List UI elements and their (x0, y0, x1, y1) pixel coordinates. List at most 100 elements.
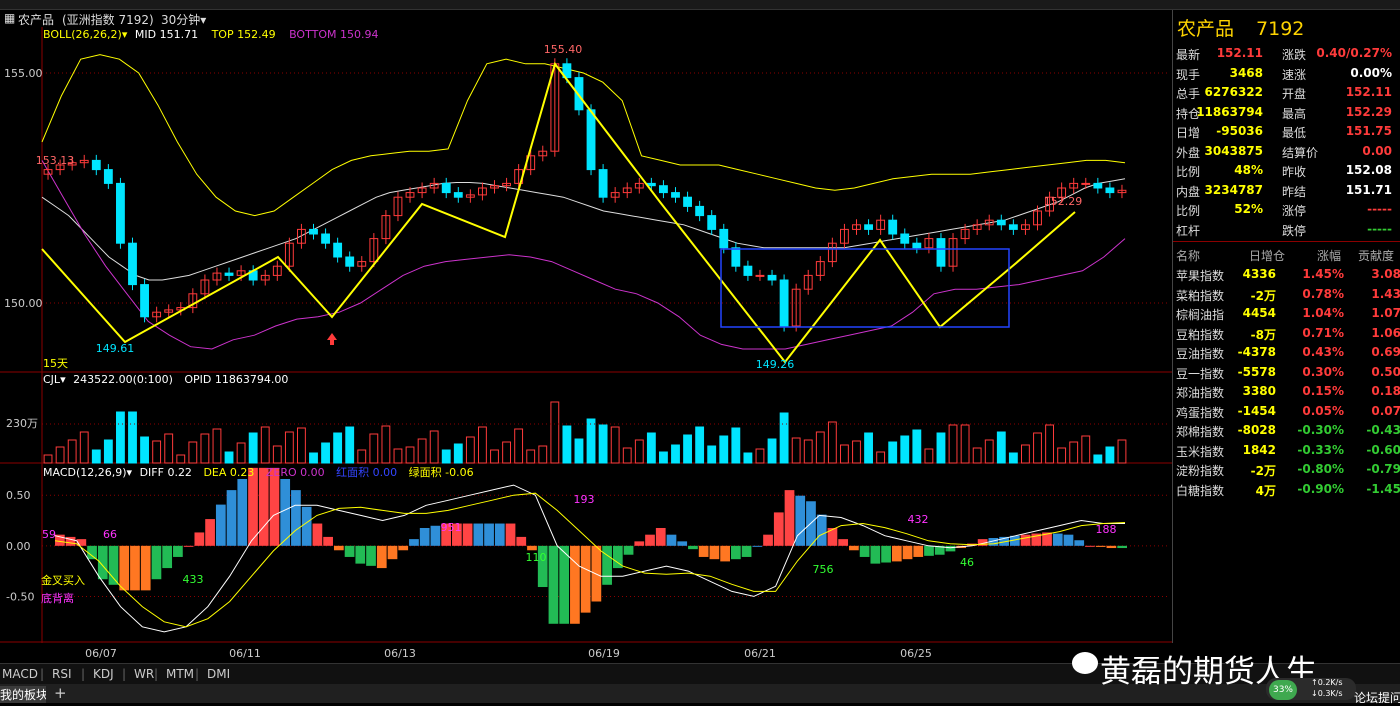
volume-legend[interactable]: CJL▾ 243522.00(0:100) OPID 11863794.00 (43, 373, 288, 386)
table-row[interactable]: 菜粕指数 -2万 0.78% 1.43 (1173, 285, 1400, 305)
header-name[interactable]: 名称 (1176, 247, 1200, 264)
index-name: 苹果指数 (1176, 269, 1225, 283)
quote-code: 7192 (1256, 18, 1305, 40)
quote-value: 3468 (1229, 65, 1263, 80)
quote-value: 152.29 (1345, 104, 1392, 119)
table-row[interactable]: 郑油指数 3380 0.15% 0.18 (1173, 382, 1400, 402)
quote-value: 152.11 (1216, 46, 1263, 60)
candle-body (309, 228, 318, 235)
index-name: 郑油指数 (1176, 386, 1225, 400)
period-selector[interactable]: 30分钟▾ (161, 11, 206, 28)
macd-histogram-bar (173, 545, 183, 557)
indicator-tab-kdj[interactable]: KDJ (93, 667, 114, 681)
signal-golden-cross: 金叉买入 (41, 574, 85, 587)
volume-bar (695, 426, 705, 464)
header-con[interactable]: 贡献度 (1358, 247, 1394, 264)
table-row[interactable]: 苹果指数 4336 1.45% 3.08 (1173, 265, 1400, 285)
header-chg[interactable]: 涨幅 (1317, 247, 1341, 264)
volume-bar (924, 448, 934, 464)
volume-bar (321, 442, 330, 464)
volume-bar (333, 432, 343, 464)
table-row[interactable]: 鸡蛋指数 -1454 0.05% 0.07 (1173, 402, 1400, 422)
quote-value: 0.40/0.27% (1316, 46, 1392, 60)
boll-top: TOP 152.49 (211, 28, 276, 41)
my-sector-tab[interactable]: 我的板块 (0, 686, 46, 703)
table-row[interactable]: 棕榈油指 4454 1.04% 1.07 (1173, 304, 1400, 324)
volume-bar (103, 439, 113, 464)
add-tab-icon[interactable]: + (54, 684, 67, 702)
volume-bar (1008, 452, 1018, 464)
up-arrow-icon (327, 333, 337, 345)
indicator-tab-mtm[interactable]: MTM (166, 667, 194, 681)
macd-area-label: 756 (813, 563, 834, 576)
candle-body (659, 185, 668, 194)
boll-legend[interactable]: BOLL(26,26,2)▾ MID 151.71 TOP 152.49 BOT… (43, 28, 378, 41)
chart-area[interactable]: 155.00 150.00 155.40 149.61 149.26 153.13 152.… (0, 27, 1172, 660)
indicator-tab-rsi[interactable]: RSI (52, 667, 72, 681)
macd-histogram-bar (162, 545, 173, 569)
indicator-tab-dmi[interactable]: DMI (207, 667, 230, 681)
macd-histogram-bar (891, 545, 902, 562)
macd-area-label: 951 (441, 521, 462, 534)
quote-value: -95036 (1216, 124, 1263, 138)
index-chg: -0.33% (1297, 442, 1344, 457)
network-upload: ↑0.2K/s (1311, 678, 1343, 687)
macd-histogram-bar (280, 478, 291, 546)
kline-chart[interactable]: 155.00 150.00 155.40 149.61 149.26 153.13 152.… (0, 27, 1172, 663)
volume-bar (1105, 446, 1115, 464)
volume-value: 243522.00(0:100) (73, 373, 173, 386)
quote-title: 农产品 7192 (1177, 14, 1304, 41)
macd-histogram-bar (516, 536, 527, 546)
divider (1173, 241, 1400, 242)
volume-bar (284, 431, 294, 464)
candle-body (103, 169, 113, 184)
candle-body (996, 219, 1006, 226)
table-row[interactable]: 淀粉指数 -2万 -0.80% -0.79 (1173, 460, 1400, 480)
volume-bar (164, 433, 174, 464)
candle-body (900, 233, 910, 244)
macd-axis-label: 0.50 (6, 489, 31, 502)
volume-bar (659, 451, 668, 464)
volume-bar (1081, 435, 1091, 464)
index-name: 郑棉指数 (1176, 425, 1225, 439)
table-row[interactable]: 豆一指数 -5578 0.30% 0.50 (1173, 363, 1400, 383)
low-right-label: 149.26 (756, 358, 795, 371)
quote-row: 总手 6276322 开盘 152.11 (1173, 83, 1397, 103)
macd-area-label: 432 (908, 513, 929, 526)
table-row[interactable]: 豆粕指数 -8万 0.71% 1.06 (1173, 324, 1400, 344)
table-row[interactable]: 郑棉指数 -8028 -0.30% -0.43 (1173, 421, 1400, 441)
date-label: 06/19 (588, 647, 620, 660)
top-bar (0, 0, 1400, 10)
macd-histogram-bar (623, 545, 634, 555)
volume-bar (1033, 432, 1042, 464)
forum-ask-button[interactable]: 论坛提问 (1354, 689, 1400, 706)
table-row[interactable]: 豆油指数 -4378 0.43% 0.69 (1173, 343, 1400, 363)
candle-body (707, 215, 717, 230)
index-chg: 0.30% (1302, 364, 1344, 379)
volume-bar (1045, 424, 1054, 464)
volume-bar (683, 434, 692, 464)
macd-histogram-bar (548, 545, 559, 624)
macd-histogram-bar (870, 545, 881, 564)
indicator-tab-wr[interactable]: WR (134, 667, 154, 681)
indicator-tab-macd[interactable]: MACD (2, 667, 38, 681)
table-row[interactable]: 白糖指数 4万 -0.90% -1.45 (1173, 480, 1400, 500)
volume-bar (960, 424, 970, 464)
volume-bar (116, 411, 125, 464)
volume-bar (43, 454, 53, 464)
index-name: 棕榈油指 (1176, 308, 1225, 322)
quote-row: 内盘 3234787 昨结 151.71 (1173, 181, 1397, 201)
header-add[interactable]: 日增仓 (1249, 247, 1285, 264)
upload-arrow-icon: ↑ (1311, 678, 1318, 687)
volume-bar (610, 426, 620, 464)
quote-label: 比例 (1176, 165, 1201, 179)
upload-rate: 0.2K/s (1317, 678, 1343, 687)
candle-body (671, 192, 680, 198)
index-name: 菜粕指数 (1176, 288, 1225, 303)
quote-label: 杠杆 (1176, 223, 1201, 238)
macd-legend[interactable]: MACD(12,26,9)▾ DIFF 0.22 DEA 0.23 ZERO 0… (43, 464, 474, 480)
table-row[interactable]: 玉米指数 1842 -0.33% -0.60 (1173, 441, 1400, 461)
menu-grid-icon[interactable]: ▦ (4, 11, 15, 25)
quote-row: 比例 52% 涨停 ----- (1173, 200, 1397, 220)
volume-bar (972, 447, 982, 464)
